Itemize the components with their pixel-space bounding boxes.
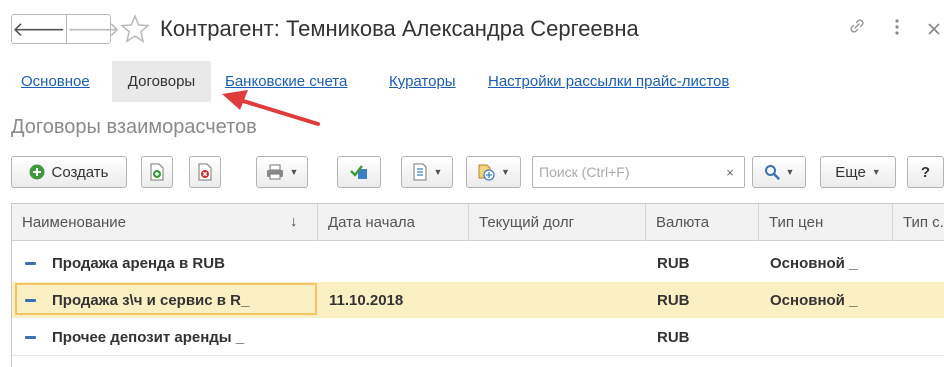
more-vertical-icon[interactable]	[893, 18, 901, 42]
search-input[interactable]: Поиск (Ctrl+F)	[539, 164, 630, 180]
create-button[interactable]: Создать	[11, 156, 127, 188]
chevron-down-icon: ▼	[289, 167, 299, 177]
document-structure-button[interactable]: ▼	[401, 156, 453, 188]
contract-item-icon	[25, 299, 36, 302]
plus-circle-icon	[29, 164, 45, 180]
column-header-type-s[interactable]: Тип с...	[893, 204, 944, 241]
cell-debt	[480, 245, 646, 281]
cell-name: Продажа з\ч и сервис в R_	[52, 291, 250, 309]
create-based-on-button[interactable]: ▼	[466, 156, 521, 188]
cell-start-date	[329, 319, 469, 355]
close-icon: ×	[726, 164, 734, 180]
contracts-table: Наименование ↓ Дата начала Текущий долг …	[11, 203, 944, 367]
back-button[interactable]: 🡐	[12, 15, 66, 43]
star-icon[interactable]	[120, 13, 150, 49]
sort-arrow-icon: ↓	[290, 213, 298, 230]
row-divider	[12, 355, 944, 356]
delete-document-icon	[198, 163, 212, 181]
column-header-current-debt[interactable]: Текущий долг	[469, 204, 646, 241]
close-icon[interactable]	[926, 20, 942, 43]
chevron-down-icon: ▼	[785, 167, 795, 177]
cell-currency: RUB	[657, 328, 690, 346]
table-row-selected[interactable]: Продажа з\ч и сервис в R_ 11.10.2018 RUB…	[12, 282, 944, 318]
search-field[interactable]: Поиск (Ctrl+F) ×	[532, 156, 745, 188]
search-options-button[interactable]: ▼	[752, 156, 806, 188]
column-header-currency[interactable]: Валюта	[646, 204, 759, 241]
cell-price-type: Основной _	[770, 291, 858, 309]
cell-type-s	[904, 245, 944, 281]
cell-debt	[480, 282, 646, 318]
contract-item-icon	[25, 262, 36, 265]
contract-item-icon	[25, 336, 36, 339]
arrow-left-icon: 🡐	[12, 18, 66, 41]
cell-type-s	[904, 319, 944, 355]
help-icon: ?	[920, 163, 931, 181]
cell-price-type: Основной _	[770, 254, 858, 272]
check-documents-icon	[350, 165, 367, 179]
navigation-buttons: 🡐 🡒	[11, 14, 120, 44]
tab-contracts-label: Договоры	[127, 73, 196, 90]
copy-document-icon	[150, 163, 164, 181]
cell-start-date: 11.10.2018	[329, 291, 404, 309]
printer-icon	[266, 164, 283, 180]
cell-currency: RUB	[657, 291, 690, 309]
cell-name: Продажа аренда в RUB	[52, 254, 225, 272]
table-row[interactable]: Продажа аренда в RUB RUB Основной _	[12, 245, 944, 281]
column-header-name[interactable]: Наименование	[12, 204, 318, 241]
more-actions-label: Еще	[835, 163, 866, 181]
cell-name: Прочее депозит аренды _	[52, 328, 245, 346]
column-header-price-type[interactable]: Тип цен	[759, 204, 893, 241]
more-actions-button[interactable]: Еще ▼	[820, 156, 896, 188]
tab-main[interactable]: Основное	[21, 73, 90, 90]
column-header-start-date[interactable]: Дата начала	[318, 204, 469, 241]
table-row[interactable]: Прочее депозит аренды _ RUB	[12, 319, 944, 355]
document-list-icon	[413, 163, 427, 181]
page-title: Контрагент: Темникова Александра Сергеев…	[160, 16, 639, 41]
arrow-right-icon: 🡒	[66, 18, 121, 41]
cell-debt	[480, 319, 646, 355]
link-icon[interactable]	[847, 16, 867, 42]
search-clear-button[interactable]: ×	[716, 157, 744, 187]
chevron-down-icon: ▼	[501, 167, 510, 177]
delete-button[interactable]	[189, 156, 221, 188]
print-menu-button[interactable]: ▼	[256, 156, 308, 188]
document-based-on-icon	[478, 164, 495, 181]
table-header: Наименование ↓ Дата начала Текущий долг …	[12, 203, 944, 241]
create-button-label: Создать	[51, 163, 109, 181]
cell-type-s	[904, 282, 944, 318]
tab-curators[interactable]: Кураторы	[389, 73, 456, 90]
magnifier-icon	[764, 165, 780, 180]
cell-currency: RUB	[657, 254, 690, 272]
copy-button[interactable]	[141, 156, 173, 188]
tab-contracts[interactable]: Договоры	[112, 61, 211, 102]
help-button[interactable]: ?	[907, 156, 944, 188]
forward-button[interactable]: 🡒	[65, 15, 121, 43]
annotation-arrow-icon	[222, 90, 320, 126]
post-button[interactable]	[337, 156, 381, 188]
tab-price-list-mailing[interactable]: Настройки рассылки прайс-листов	[488, 73, 729, 90]
cell-price-type	[770, 319, 893, 355]
cell-start-date	[329, 245, 469, 281]
chevron-down-icon: ▼	[871, 167, 881, 177]
chevron-down-icon: ▼	[433, 167, 443, 177]
